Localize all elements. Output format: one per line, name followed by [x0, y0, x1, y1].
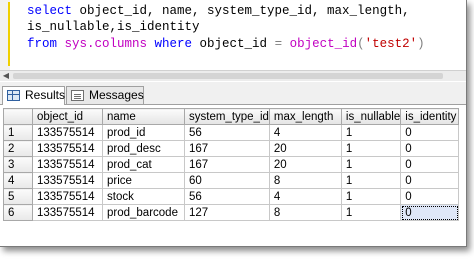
column-header[interactable]: is_identity: [400, 108, 460, 125]
column-header[interactable]: max_length: [268, 108, 342, 125]
table-cell[interactable]: 0: [400, 124, 460, 141]
column-header[interactable]: object_id: [32, 108, 103, 125]
table-cell[interactable]: 0: [400, 188, 460, 205]
table-cell[interactable]: 133575514: [32, 204, 103, 221]
selected-cell[interactable]: 0: [400, 204, 460, 221]
table-cell[interactable]: 133575514: [32, 156, 103, 173]
header-row: object_id name system_type_id max_length…: [3, 108, 460, 125]
tab-results[interactable]: Results: [2, 86, 65, 105]
table-cell[interactable]: 4: [268, 124, 342, 141]
table-cell[interactable]: 127: [184, 204, 270, 221]
table-cell[interactable]: prod_cat: [102, 156, 185, 173]
table-cell[interactable]: 20: [268, 156, 342, 173]
keyword-from: from: [27, 37, 58, 51]
row-number[interactable]: 4: [3, 172, 33, 189]
table-cell[interactable]: 0: [400, 156, 460, 173]
table-cell[interactable]: 167: [184, 156, 270, 173]
row-number[interactable]: 5: [3, 188, 33, 205]
column-header[interactable]: system_type_id: [184, 108, 270, 125]
tab-messages[interactable]: Messages: [66, 86, 144, 104]
table-cell[interactable]: 8: [268, 204, 342, 221]
table-cell[interactable]: 133575514: [32, 124, 103, 141]
system-object-name: sys.columns: [57, 37, 148, 51]
function-name: object_id: [282, 37, 358, 51]
table-row[interactable]: 3 133575514 prod_cat 167 20 1 0: [3, 156, 460, 173]
sql-editor[interactable]: select object_id, name, system_type_id, …: [0, 0, 466, 70]
results-grid-area: object_id name system_type_id max_length…: [0, 105, 466, 246]
results-tab-bar: Results Messages: [0, 82, 466, 105]
scroll-left-icon[interactable]: ◀: [1, 71, 11, 81]
grid-icon: [7, 90, 20, 101]
sql-line-2[interactable]: is_nullable,is_identity: [27, 19, 200, 35]
editor-gutter: [0, 0, 10, 70]
table-cell[interactable]: 167: [184, 140, 270, 157]
table-cell[interactable]: prod_desc: [102, 140, 185, 157]
corner-header[interactable]: [3, 108, 33, 125]
row-number[interactable]: 6: [3, 204, 33, 221]
table-cell[interactable]: 56: [184, 124, 270, 141]
table-cell[interactable]: 20: [268, 140, 342, 157]
table-cell[interactable]: 1: [340, 188, 402, 205]
table-cell[interactable]: stock: [102, 188, 185, 205]
right-paren: ): [417, 37, 425, 51]
select-columns-continued: is_nullable,is_identity: [27, 20, 200, 34]
table-cell[interactable]: 56: [184, 188, 270, 205]
results-grid: object_id name system_type_id max_length…: [3, 108, 460, 221]
table-cell[interactable]: 4: [268, 188, 342, 205]
table-cell[interactable]: 1: [340, 204, 402, 221]
query-window: select object_id, name, system_type_id, …: [0, 0, 467, 247]
table-row[interactable]: 2 133575514 prod_desc 167 20 1 0: [3, 140, 460, 157]
row-number[interactable]: 1: [3, 124, 33, 141]
table-cell[interactable]: price: [102, 172, 185, 189]
row-number[interactable]: 2: [3, 140, 33, 157]
table-cell[interactable]: 133575514: [32, 172, 103, 189]
table-row[interactable]: 6 133575514 prod_barcode 127 8 1 0: [3, 204, 460, 221]
editor-horizontal-scrollbar[interactable]: ◀: [0, 70, 466, 81]
tab-results-label: Results: [25, 88, 66, 102]
sql-line-3[interactable]: from sys.columns where object_id = objec…: [27, 36, 425, 52]
keyword-where: where: [147, 37, 193, 51]
scroll-thumb[interactable]: [13, 73, 443, 79]
equals-operator: =: [267, 37, 283, 51]
table-cell[interactable]: 60: [184, 172, 270, 189]
sql-line-1[interactable]: select object_id, name, system_type_id, …: [27, 3, 410, 19]
keyword-select: select: [27, 4, 73, 18]
table-cell[interactable]: prod_id: [102, 124, 185, 141]
table-cell[interactable]: 1: [340, 124, 402, 141]
table-row[interactable]: 1 133575514 prod_id 56 4 1 0: [3, 124, 460, 141]
table-cell[interactable]: 133575514: [32, 188, 103, 205]
table-cell[interactable]: 1: [340, 140, 402, 157]
column-header[interactable]: is_nullable: [340, 108, 402, 125]
change-marker: [8, 2, 10, 66]
column-header[interactable]: name: [102, 108, 185, 125]
table-cell[interactable]: 0: [400, 172, 460, 189]
table-row[interactable]: 4 133575514 price 60 8 1 0: [3, 172, 460, 189]
left-paren: (: [357, 37, 365, 51]
row-number[interactable]: 3: [3, 156, 33, 173]
select-columns: object_id, name, system_type_id, max_len…: [72, 4, 410, 18]
table-cell[interactable]: 133575514: [32, 140, 103, 157]
messages-icon: [71, 90, 84, 101]
table-cell[interactable]: 1: [340, 156, 402, 173]
table-cell[interactable]: 1: [340, 172, 402, 189]
where-column: object_id: [192, 37, 268, 51]
table-cell[interactable]: 0: [400, 140, 460, 157]
tab-messages-label: Messages: [89, 88, 144, 102]
table-cell[interactable]: 8: [268, 172, 342, 189]
table-cell[interactable]: prod_barcode: [102, 204, 185, 221]
string-literal: 'test2': [364, 37, 418, 51]
table-row[interactable]: 5 133575514 stock 56 4 1 0: [3, 188, 460, 205]
